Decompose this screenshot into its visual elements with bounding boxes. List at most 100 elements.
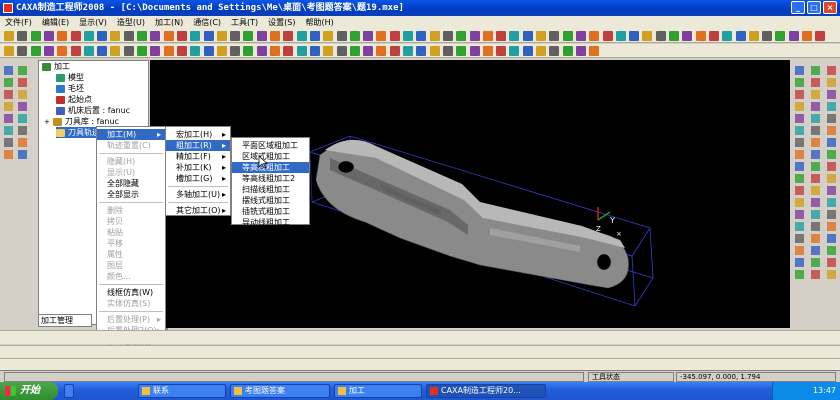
leftbar-tool-icon[interactable] — [18, 102, 27, 111]
tree-item-start-point[interactable]: 起始点 — [56, 94, 92, 105]
rightbar-tool-icon[interactable] — [811, 270, 820, 279]
context-menu-item[interactable]: 删除 — [97, 205, 165, 216]
standard-tool-icon[interactable] — [482, 31, 493, 41]
rightbar-tool-icon[interactable] — [827, 150, 836, 159]
rough-submenu-item[interactable]: 等高线粗加工 — [232, 162, 309, 173]
surface-tool-icon[interactable] — [137, 46, 147, 56]
surface-tool-icon[interactable] — [336, 46, 347, 56]
standard-tool-icon[interactable] — [682, 31, 693, 41]
rightbar-tool-icon[interactable] — [827, 174, 836, 183]
context-menu-item[interactable]: 属性 — [97, 249, 165, 260]
leftbar-tool-icon[interactable] — [18, 126, 27, 135]
rightbar-tool-icon[interactable] — [811, 234, 820, 243]
rough-submenu-item[interactable]: 导动线粗加工 — [232, 217, 309, 228]
rough-submenu-item[interactable]: 平面区域粗加工 — [232, 140, 309, 151]
task-answers-folder[interactable]: 考图题答案 — [230, 384, 330, 398]
surface-tool-icon[interactable] — [203, 46, 214, 56]
rightbar-tool-icon[interactable] — [827, 114, 836, 123]
surface-tool-icon[interactable] — [110, 46, 121, 56]
context-menu-item[interactable]: 拷贝 — [97, 216, 165, 227]
standard-tool-icon[interactable] — [815, 31, 826, 41]
context-menu-item[interactable]: 全部隐藏 — [97, 178, 165, 189]
rightbar-tool-icon[interactable] — [811, 198, 820, 207]
machining-submenu-item[interactable]: 补加工(K) ▸ — [166, 162, 230, 173]
surface-tool-icon[interactable] — [190, 46, 201, 56]
standard-tool-icon[interactable] — [70, 31, 81, 41]
rightbar-tool-icon[interactable] — [795, 246, 804, 255]
rightbar-tool-icon[interactable] — [811, 66, 820, 75]
leftbar-tool-icon[interactable] — [18, 114, 27, 123]
standard-tool-icon[interactable] — [256, 31, 267, 41]
rightbar-tool-icon[interactable] — [827, 162, 836, 171]
rightbar-tool-icon[interactable] — [795, 222, 804, 231]
surface-tool-icon[interactable] — [309, 46, 320, 56]
standard-tool-icon[interactable] — [403, 31, 413, 41]
rightbar-tool-icon[interactable] — [795, 258, 804, 267]
leftbar-tool-icon[interactable] — [18, 150, 27, 159]
standard-tool-icon[interactable] — [43, 31, 54, 41]
surface-tool-icon[interactable] — [230, 46, 241, 56]
task-caxa[interactable]: CAXA制造工程师20... — [426, 384, 546, 398]
rightbar-tool-icon[interactable] — [811, 114, 820, 123]
surface-tool-icon[interactable] — [549, 46, 560, 56]
tree-item-blank[interactable]: 毛坯 — [56, 83, 84, 94]
surface-tool-icon[interactable] — [57, 46, 68, 56]
standard-tool-icon[interactable] — [708, 31, 719, 41]
standard-tool-icon[interactable] — [748, 31, 759, 41]
context-menu-item[interactable]: 显示(U) — [97, 167, 165, 178]
standard-tool-icon[interactable] — [615, 31, 626, 41]
rightbar-tool-icon[interactable] — [795, 270, 804, 279]
rightbar-tool-icon[interactable] — [827, 198, 836, 207]
rightbar-tool-icon[interactable] — [811, 90, 820, 99]
standard-tool-icon[interactable] — [283, 31, 294, 41]
menu-edit[interactable]: 编辑(E) — [37, 16, 74, 29]
surface-tool-icon[interactable] — [482, 46, 493, 56]
task-machining-folder[interactable]: 加工 — [334, 384, 422, 398]
rightbar-tool-icon[interactable] — [827, 270, 836, 279]
surface-tool-icon[interactable] — [589, 46, 600, 56]
menu-communication[interactable]: 通信(C) — [188, 16, 226, 29]
context-menu-item[interactable]: 轨迹重置(C) — [97, 140, 165, 151]
rightbar-tool-icon[interactable] — [795, 174, 804, 183]
tree-root[interactable]: 加工 — [42, 61, 70, 72]
rightbar-tool-icon[interactable] — [827, 78, 836, 87]
standard-tool-icon[interactable] — [602, 31, 613, 41]
menu-settings[interactable]: 设置(S) — [263, 16, 300, 29]
surface-tool-icon[interactable] — [536, 46, 546, 56]
surface-tool-icon[interactable] — [349, 46, 360, 56]
rightbar-tool-icon[interactable] — [795, 150, 804, 159]
standard-tool-icon[interactable] — [4, 31, 14, 41]
rightbar-tool-icon[interactable] — [811, 210, 820, 219]
standard-tool-icon[interactable] — [788, 31, 799, 41]
standard-tool-icon[interactable] — [669, 31, 679, 41]
surface-tool-icon[interactable] — [416, 46, 427, 56]
standard-tool-icon[interactable] — [655, 31, 666, 41]
standard-tool-icon[interactable] — [442, 31, 453, 41]
minimize-button[interactable]: _ — [791, 1, 805, 14]
context-menu-item[interactable]: 隐藏(H) — [97, 156, 165, 167]
standard-tool-icon[interactable] — [376, 31, 387, 41]
leftbar-tool-icon[interactable] — [4, 126, 13, 135]
standard-tool-icon[interactable] — [30, 31, 41, 41]
rightbar-tool-icon[interactable] — [827, 234, 836, 243]
surface-tool-icon[interactable] — [442, 46, 453, 56]
context-menu-item[interactable]: 全部显示 — [97, 189, 165, 200]
rightbar-tool-icon[interactable] — [811, 102, 820, 111]
standard-tool-icon[interactable] — [57, 31, 68, 41]
surface-tool-icon[interactable] — [456, 46, 467, 56]
leftbar-tool-icon[interactable] — [4, 78, 13, 87]
rightbar-tool-icon[interactable] — [827, 126, 836, 135]
surface-tool-icon[interactable] — [323, 46, 334, 56]
standard-tool-icon[interactable] — [549, 31, 560, 41]
standard-tool-icon[interactable] — [469, 31, 480, 41]
standard-tool-icon[interactable] — [722, 31, 733, 41]
standard-tool-icon[interactable] — [97, 31, 108, 41]
menu-file[interactable]: 文件(F) — [0, 16, 37, 29]
rightbar-tool-icon[interactable] — [795, 138, 804, 147]
leftbar-tool-icon[interactable] — [18, 90, 27, 99]
rightbar-tool-icon[interactable] — [795, 66, 804, 75]
standard-tool-icon[interactable] — [363, 31, 374, 41]
rough-submenu-item[interactable]: 摆线式粗加工 — [232, 195, 309, 206]
leftbar-tool-icon[interactable] — [4, 66, 13, 75]
rightbar-tool-icon[interactable] — [811, 78, 820, 87]
